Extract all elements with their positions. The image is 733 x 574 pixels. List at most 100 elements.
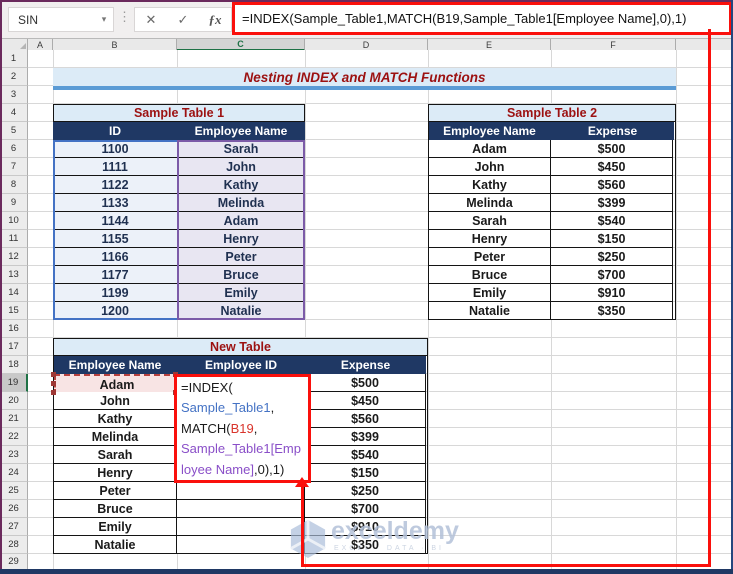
new-table-cell-expense[interactable]: $540 (305, 446, 426, 464)
row-header-29[interactable]: 29 (0, 554, 28, 570)
table1-cell-name[interactable]: Peter (177, 248, 305, 266)
row-header-27[interactable]: 27 (0, 518, 28, 536)
new-table-header-name[interactable]: Employee Name (53, 356, 177, 374)
new-table-cell-expense[interactable]: $150 (305, 464, 426, 482)
chevron-down-icon[interactable]: ▾ (95, 14, 113, 25)
cancel-icon[interactable]: ✕ (138, 12, 164, 28)
table1-cell-name[interactable]: Henry (177, 230, 305, 248)
table1-cell-name[interactable]: Melinda (177, 194, 305, 212)
new-table-title-cell[interactable]: New Table (53, 338, 428, 356)
insert-function-icon[interactable]: ƒx (202, 12, 228, 28)
row-header-8[interactable]: 8 (0, 176, 28, 194)
table1-header-name[interactable]: Employee Name (177, 122, 305, 140)
new-table-cell-expense[interactable]: $500 (305, 374, 426, 392)
table1-header-id[interactable]: ID (53, 122, 177, 140)
table1-cell-id[interactable]: 1111 (53, 158, 177, 176)
new-table-header-expense[interactable]: Expense (305, 356, 426, 374)
table2-cell-name[interactable]: Melinda (429, 194, 551, 212)
row-header-28[interactable]: 28 (0, 536, 28, 554)
new-table-cell-name[interactable]: Peter (54, 482, 177, 500)
row-header-14[interactable]: 14 (0, 284, 28, 302)
row-header-18[interactable]: 18 (0, 356, 28, 374)
table1-cell-id[interactable]: 1133 (53, 194, 177, 212)
row-header-10[interactable]: 10 (0, 212, 28, 230)
table1-cell-id[interactable]: 1100 (53, 140, 177, 158)
table2-cell-name[interactable]: Henry (429, 230, 551, 248)
new-table-cell-expense[interactable]: $250 (305, 482, 426, 500)
row-header-7[interactable]: 7 (0, 158, 28, 176)
row-header-12[interactable]: 12 (0, 248, 28, 266)
sheet-title-cell[interactable]: Nesting INDEX and MATCH Functions (53, 68, 676, 86)
row-header-21[interactable]: 21 (0, 410, 28, 428)
table1-cell-id[interactable]: 1199 (53, 284, 177, 302)
new-table-header-id[interactable]: Employee ID (177, 356, 305, 374)
table2-cell-name[interactable]: Sarah (429, 212, 551, 230)
table1-cell-id[interactable]: 1144 (53, 212, 177, 230)
row-header-19[interactable]: 19 (0, 374, 28, 392)
row-header-9[interactable]: 9 (0, 194, 28, 212)
table2-cell-name[interactable]: Natalie (429, 302, 551, 320)
row-header-25[interactable]: 25 (0, 482, 28, 500)
new-table-cell-expense[interactable]: $560 (305, 410, 426, 428)
enter-check-icon[interactable]: ✓ (170, 12, 196, 28)
new-table-cell-name[interactable]: Bruce (54, 500, 177, 518)
table1-cell-name[interactable]: Adam (177, 212, 305, 230)
table2-header-expense[interactable]: Expense (551, 122, 674, 140)
row-header-20[interactable]: 20 (0, 392, 28, 410)
table1-cell-name[interactable]: Kathy (177, 176, 305, 194)
table1-cell-name[interactable]: Emily (177, 284, 305, 302)
new-table-cell-id[interactable] (177, 518, 305, 536)
table2-cell-name[interactable]: Adam (429, 140, 551, 158)
row-header-23[interactable]: 23 (0, 446, 28, 464)
row-header-22[interactable]: 22 (0, 428, 28, 446)
table1-cell-id[interactable]: 1122 (53, 176, 177, 194)
table1-cell-name[interactable]: John (177, 158, 305, 176)
new-table-cell-expense[interactable]: $350 (305, 536, 426, 554)
new-table-cell-name[interactable]: Melinda (54, 428, 177, 446)
new-table-cell-expense[interactable]: $700 (305, 500, 426, 518)
table2-cell-expense[interactable]: $910 (551, 284, 673, 302)
table1-cell-id[interactable]: 1177 (53, 266, 177, 284)
table1-cell-name[interactable]: Natalie (177, 302, 305, 320)
row-header-17[interactable]: 17 (0, 338, 28, 356)
row-header-16[interactable]: 16 (0, 320, 28, 338)
row-header-2[interactable]: 2 (0, 68, 28, 86)
new-table-cell-name[interactable]: Henry (54, 464, 177, 482)
table2-cell-expense[interactable]: $450 (551, 158, 673, 176)
row-header-24[interactable]: 24 (0, 464, 28, 482)
name-box[interactable]: SIN ▾ (8, 7, 114, 32)
row-header-11[interactable]: 11 (0, 230, 28, 248)
table2-header-name[interactable]: Employee Name (428, 122, 551, 140)
row-header-5[interactable]: 5 (0, 122, 28, 140)
table2-cell-name[interactable]: John (429, 158, 551, 176)
new-table-cell-expense[interactable]: $910 (305, 518, 426, 536)
table1-cell-id[interactable]: 1200 (53, 302, 177, 320)
new-table-cell-expense[interactable]: $450 (305, 392, 426, 410)
table2-title-cell[interactable]: Sample Table 2 (428, 104, 676, 122)
table2-cell-expense[interactable]: $250 (551, 248, 673, 266)
table1-cell-id[interactable]: 1166 (53, 248, 177, 266)
table2-cell-name[interactable]: Kathy (429, 176, 551, 194)
new-table-cell-name[interactable]: Sarah (54, 446, 177, 464)
new-table-cell-name[interactable]: John (54, 392, 177, 410)
row-header-1[interactable]: 1 (0, 50, 28, 68)
table1-cell-name[interactable]: Sarah (177, 140, 305, 158)
table1-title-cell[interactable]: Sample Table 1 (53, 104, 305, 122)
new-table-cell-name[interactable]: Emily (54, 518, 177, 536)
table1-cell-name[interactable]: Bruce (177, 266, 305, 284)
new-table-cell-expense[interactable]: $399 (305, 428, 426, 446)
row-header-15[interactable]: 15 (0, 302, 28, 320)
table2-cell-name[interactable]: Bruce (429, 266, 551, 284)
row-header-13[interactable]: 13 (0, 266, 28, 284)
new-table-cell-id[interactable] (177, 500, 305, 518)
row-header-26[interactable]: 26 (0, 500, 28, 518)
table2-cell-expense[interactable]: $350 (551, 302, 673, 320)
table2-cell-name[interactable]: Peter (429, 248, 551, 266)
table2-cell-expense[interactable]: $540 (551, 212, 673, 230)
table2-cell-expense[interactable]: $700 (551, 266, 673, 284)
new-table-cell-id[interactable] (177, 482, 305, 500)
formula-input[interactable]: =INDEX(Sample_Table1,MATCH(B19,Sample_Ta… (235, 11, 686, 26)
cell-editor[interactable]: =INDEX(Sample_Table1, MATCH(B19, Sample_Ta… (174, 374, 311, 483)
table2-cell-expense[interactable]: $399 (551, 194, 673, 212)
table2-cell-expense[interactable]: $150 (551, 230, 673, 248)
